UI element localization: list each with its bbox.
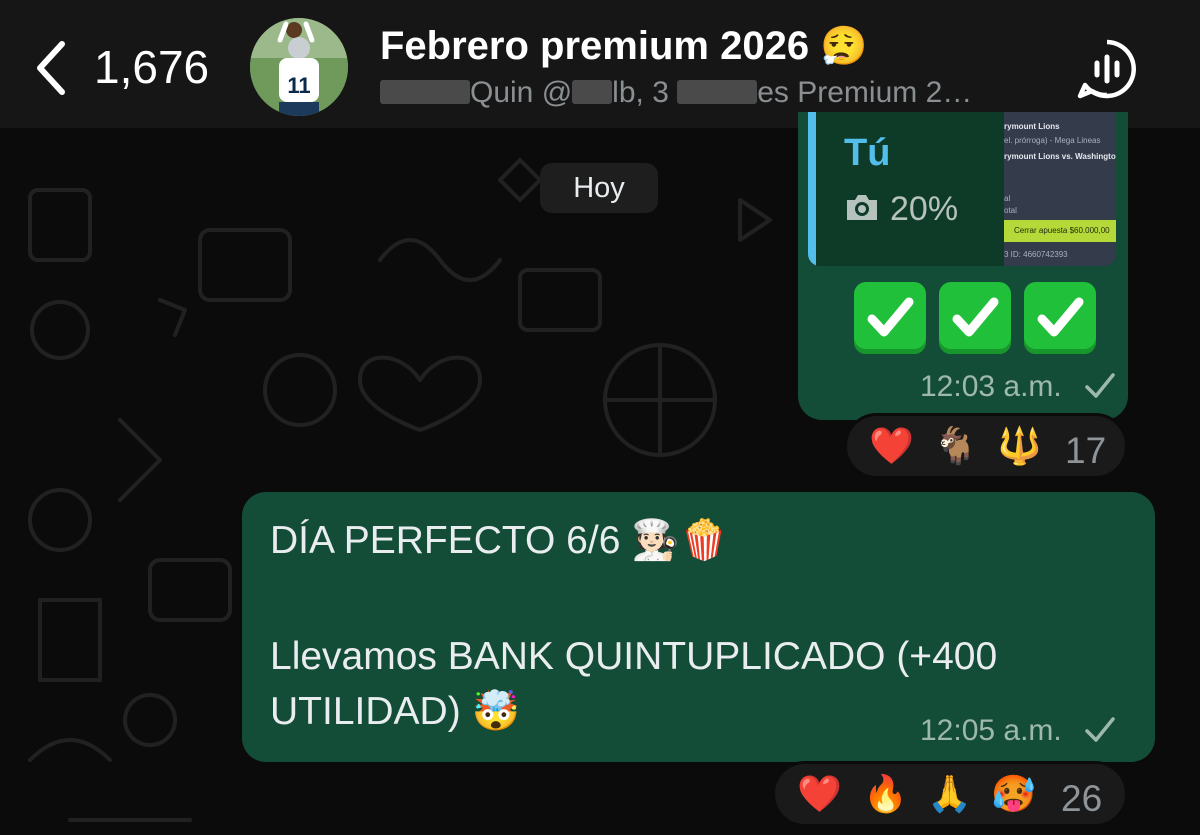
reaction-pray: 🙏 (927, 773, 972, 814)
redacted-block (572, 80, 613, 104)
group-title[interactable]: Febrero premium 2026 😮‍💨 (380, 24, 868, 69)
reaction-goat: 🐐 (933, 425, 978, 466)
group-avatar[interactable]: 11 (250, 18, 348, 116)
redacted-block (677, 80, 758, 104)
subtitle-fragment: lb, 3 (612, 76, 678, 109)
reaction-count: 17 (1065, 430, 1107, 471)
message-timestamp: 12:03 a.m. (920, 370, 1062, 403)
message-text-line: Llevamos BANK QUINTUPLICADO (+400 (270, 635, 998, 678)
reaction-bar[interactable]: ❤️ 🐐 🔱 17 (844, 413, 1128, 479)
reaction-heart: ❤️ (869, 425, 914, 466)
message-text-line: DÍA PERFECTO 6/6 🧑🏻‍🍳🍿 (270, 519, 729, 562)
check-mark-emoji (854, 282, 926, 354)
quote-accent-bar (808, 112, 816, 266)
reaction-count: 26 (1061, 778, 1103, 819)
camera-icon (847, 195, 877, 220)
sent-tick-icon (1085, 373, 1115, 398)
thumb-text: al (1004, 194, 1011, 203)
message-timestamp: 12:05 a.m. (920, 714, 1062, 747)
outgoing-message[interactable]: Tú 20% rymount Lions el. prórroga) - Meg… (798, 112, 1128, 420)
chat-header: 1,676 11 Febrero premium 2026 😮‍💨 Quin @… (0, 0, 1200, 128)
redacted-block (380, 80, 470, 104)
title-emoji: 😮‍💨 (820, 26, 868, 68)
group-title-text: Febrero premium 2026 (380, 24, 810, 68)
football-player-avatar-image: 11 (250, 18, 348, 116)
quote-caption: 20% (890, 190, 959, 228)
check-mark-emoji (939, 282, 1011, 354)
quote-thumbnail: rymount Lions el. prórroga) - Mega Linea… (1004, 112, 1116, 266)
quoted-reply[interactable]: Tú 20% rymount Lions el. prórroga) - Meg… (808, 112, 1116, 266)
back-chevron-icon[interactable] (30, 38, 70, 98)
message-text-line: UTILIDAD) 🤯 (270, 690, 521, 733)
sent-tick-icon (1085, 717, 1115, 742)
quote-author: Tú (844, 132, 891, 174)
reaction-trident: 🔱 (997, 425, 1042, 466)
thumb-text: otal (1004, 206, 1017, 215)
thumb-close-bet-button: Cerrar apuesta $60.000,00 (1004, 220, 1116, 242)
reaction-heart: ❤️ (797, 773, 842, 814)
check-mark-emoji (1024, 282, 1096, 354)
unread-count[interactable]: 1,676 (94, 40, 209, 94)
reaction-fire: 🔥 (863, 773, 908, 814)
reaction-bar[interactable]: ❤️ 🔥 🙏 🥵 26 (772, 761, 1128, 827)
date-separator: Hoy (540, 163, 658, 213)
voice-chat-icon[interactable] (1076, 38, 1138, 100)
reaction-hot-face: 🥵 (991, 773, 1036, 814)
thumb-text: 3 ID: 4660742393 (1004, 250, 1068, 259)
thumb-text: rymount Lions (1004, 122, 1060, 131)
subtitle-fragment: es Premium 2… (757, 76, 973, 109)
svg-text:11: 11 (287, 73, 310, 98)
subtitle-fragment: Quin @ (470, 76, 573, 109)
outgoing-message[interactable]: DÍA PERFECTO 6/6 🧑🏻‍🍳🍿 Llevamos BANK QUI… (242, 492, 1155, 762)
thumb-text: el. prórroga) - Mega Lineas (1004, 136, 1101, 145)
group-subtitle[interactable]: Quin @ lb, 3 es Premium 2… (380, 76, 972, 110)
thumb-text: rymount Lions vs. Washington St Cougars (1004, 152, 1116, 161)
